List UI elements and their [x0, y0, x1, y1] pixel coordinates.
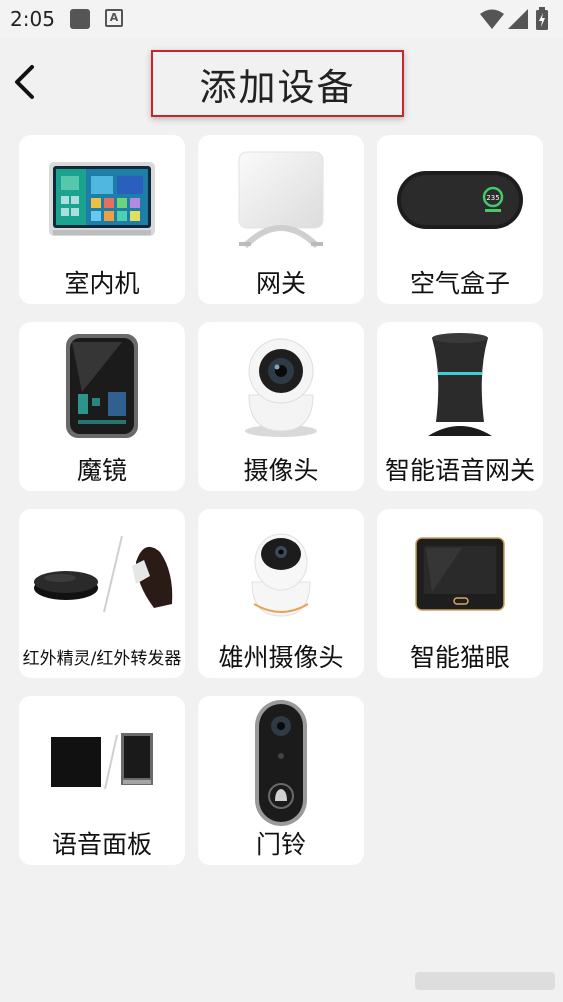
device-card-smart-voice-gateway[interactable]: 智能语音网关: [377, 322, 543, 491]
smart-speaker-gateway-icon: [377, 332, 543, 442]
air-box-icon: 235: [377, 145, 543, 255]
wifi-icon: [480, 9, 504, 29]
device-label: 红外精灵/红外转发器: [22, 649, 182, 669]
device-card-camera[interactable]: 摄像头: [198, 322, 364, 491]
status-icons: [475, 6, 555, 32]
device-label: 魔镜: [76, 456, 127, 485]
camera-icon: [198, 332, 364, 442]
device-card-air-box[interactable]: 235 空气盒子: [377, 135, 543, 304]
back-button[interactable]: [6, 60, 42, 104]
status-time: 2:05: [10, 7, 55, 31]
magic-mirror-icon: [19, 332, 185, 442]
device-card-magic-mirror[interactable]: 魔镜: [19, 322, 185, 491]
device-card-smart-peephole[interactable]: 智能猫眼: [377, 509, 543, 678]
svg-text:235: 235: [486, 194, 499, 202]
device-label: 空气盒子: [409, 269, 510, 298]
xiongzhou-camera-icon: [198, 519, 364, 629]
device-card-gateway[interactable]: 网关: [198, 135, 364, 304]
device-grid: 室内机 网关 235 空气盒子 魔镜 摄像头 智能语音网关 红外精灵/红外转发器…: [19, 135, 544, 865]
device-label: 室内机: [64, 269, 140, 298]
voice-panel-icon: [19, 706, 185, 816]
smart-peephole-icon: [377, 519, 543, 629]
chevron-left-icon: [15, 65, 34, 99]
a-box-icon: A: [105, 9, 123, 27]
watermark: [415, 966, 555, 996]
device-card-indoor-unit[interactable]: 室内机: [19, 135, 185, 304]
gateway-icon: [198, 145, 364, 255]
indoor-panel-icon: [19, 145, 185, 255]
device-label: 雄州摄像头: [218, 643, 344, 672]
page-title: 添加设备: [199, 65, 356, 109]
battery-charging-icon: [536, 7, 548, 30]
device-label: 门铃: [255, 830, 306, 859]
device-label: 智能猫眼: [409, 643, 510, 672]
device-label: 网关: [255, 269, 306, 298]
device-label: 智能语音网关: [384, 456, 535, 485]
device-card-doorbell[interactable]: 门铃: [198, 696, 364, 865]
device-label: 语音面板: [51, 830, 152, 859]
device-label: 摄像头: [243, 456, 319, 485]
signal-icon: [508, 9, 528, 29]
ir-blaster-icon: [19, 519, 185, 629]
notification-square-icon: [70, 9, 90, 29]
device-card-ir-blaster[interactable]: 红外精灵/红外转发器: [19, 509, 185, 678]
status-bar: 2:05 A: [0, 0, 563, 38]
device-card-xiongzhou-camera[interactable]: 雄州摄像头: [198, 509, 364, 678]
title-highlight-box: 添加设备: [151, 50, 404, 117]
device-card-voice-panel[interactable]: 语音面板: [19, 696, 185, 865]
doorbell-icon: [198, 698, 364, 828]
